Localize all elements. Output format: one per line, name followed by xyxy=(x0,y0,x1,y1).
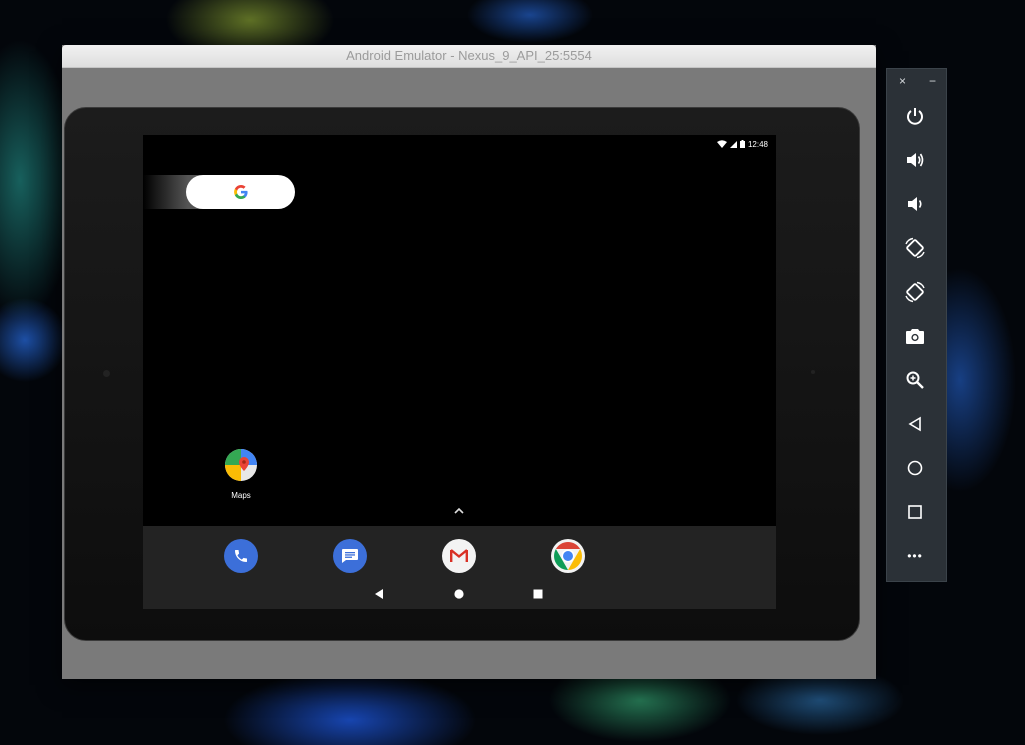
zoom-button[interactable] xyxy=(902,367,928,393)
emulator-toolbar: × − ••• xyxy=(886,68,947,582)
rotate-right-button[interactable] xyxy=(902,279,928,305)
all-apps-arrow[interactable] xyxy=(454,505,464,517)
device-screen[interactable]: 12:48 Maps xyxy=(143,135,776,609)
back-icon xyxy=(908,416,921,432)
volume-up-icon xyxy=(907,153,924,167)
phone-app[interactable] xyxy=(224,539,258,573)
gmail-icon xyxy=(450,549,468,562)
messages-icon xyxy=(342,549,358,563)
more-button[interactable]: ••• xyxy=(902,543,928,569)
toolbar-overview-button[interactable] xyxy=(902,499,928,525)
rotate-right-icon xyxy=(905,281,925,303)
volume-up-button[interactable] xyxy=(902,147,928,173)
home-icon xyxy=(454,589,464,599)
toolbar-minimize-button[interactable]: − xyxy=(929,74,936,88)
toolbar-back-button[interactable] xyxy=(902,411,928,437)
overview-icon xyxy=(908,505,922,519)
light-sensor xyxy=(811,370,815,374)
back-icon xyxy=(375,589,383,599)
messages-app[interactable] xyxy=(333,539,367,573)
app-label-maps: Maps xyxy=(231,491,251,500)
more-icon: ••• xyxy=(907,549,923,563)
nav-home-button[interactable] xyxy=(454,586,464,604)
gmail-app[interactable] xyxy=(442,539,476,573)
nav-recents-button[interactable] xyxy=(533,586,543,604)
toolbar-close-button[interactable]: × xyxy=(899,74,906,88)
volume-down-button[interactable] xyxy=(902,191,928,217)
rotate-left-button[interactable] xyxy=(902,235,928,261)
home-icon xyxy=(907,460,923,476)
rotate-left-icon xyxy=(905,237,925,259)
google-search-bar[interactable] xyxy=(186,175,295,209)
battery-icon xyxy=(739,140,745,148)
signal-icon xyxy=(729,140,737,148)
chevron-up-icon xyxy=(454,507,464,514)
zoom-icon xyxy=(906,371,924,389)
phone-icon xyxy=(235,550,247,562)
emulator-window: Android Emulator - Nexus_9_API_25:5554 1… xyxy=(62,45,876,679)
screenshot-button[interactable] xyxy=(902,323,928,349)
maps-icon xyxy=(225,449,257,481)
app-maps[interactable]: Maps xyxy=(224,448,258,500)
google-logo-icon xyxy=(233,185,248,199)
camera-sensor xyxy=(103,370,110,377)
toolbar-home-button[interactable] xyxy=(902,455,928,481)
power-button[interactable] xyxy=(902,103,928,129)
dock xyxy=(143,526,776,609)
status-clock: 12:48 xyxy=(747,139,768,149)
chrome-icon xyxy=(554,542,582,570)
volume-down-icon xyxy=(908,197,922,211)
camera-icon xyxy=(906,329,924,344)
status-bar: 12:48 xyxy=(716,138,768,150)
window-title: Android Emulator - Nexus_9_API_25:5554 xyxy=(62,45,876,68)
power-icon xyxy=(907,108,923,125)
recents-icon xyxy=(533,589,543,599)
chrome-app[interactable] xyxy=(551,539,585,573)
nav-back-button[interactable] xyxy=(374,586,384,604)
wifi-icon xyxy=(716,140,727,148)
